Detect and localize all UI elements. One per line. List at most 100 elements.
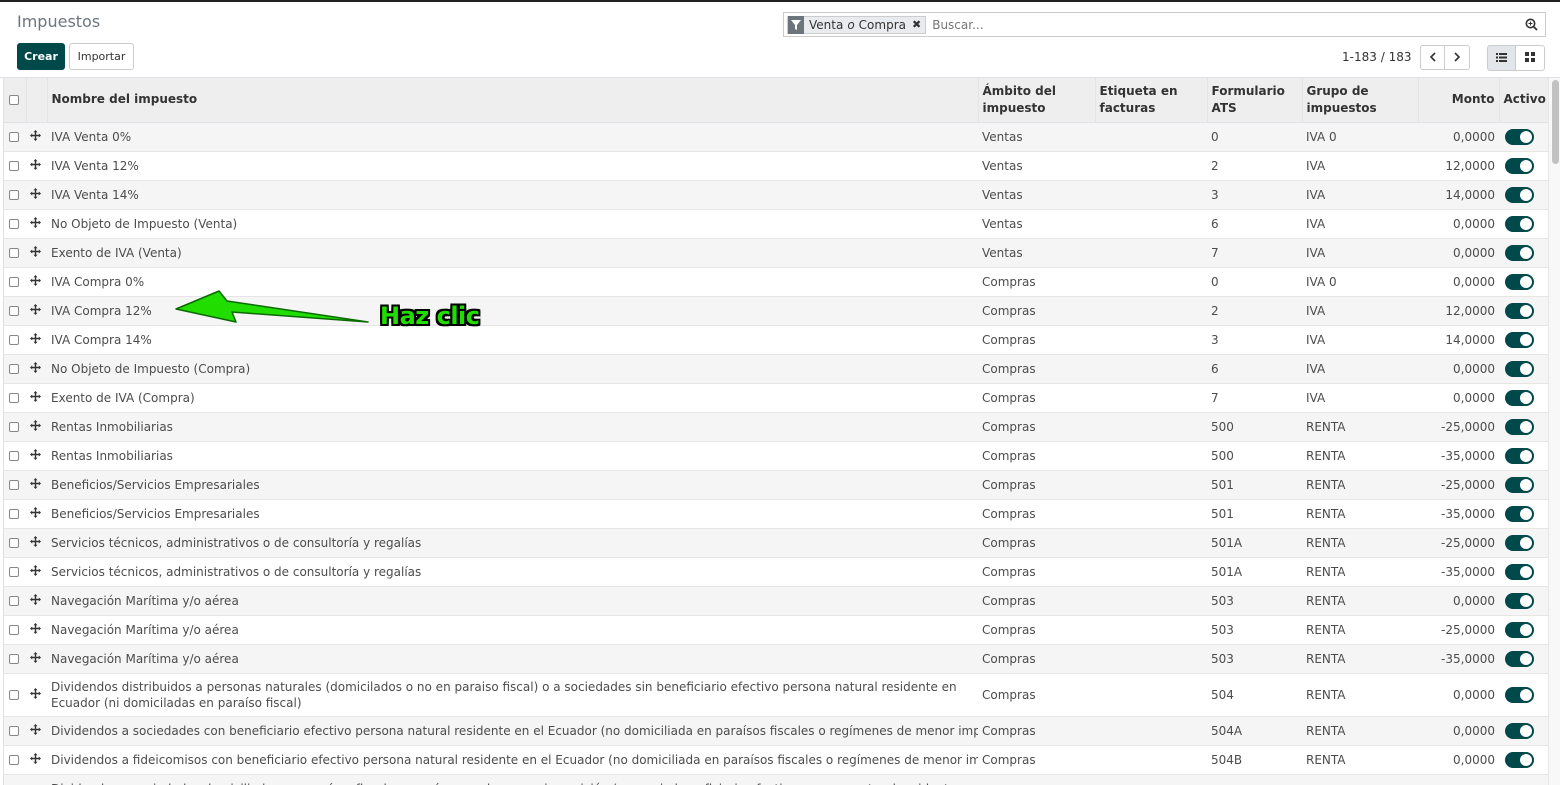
amount-cell[interactable]: 12,0000 — [1418, 151, 1499, 181]
tax-name-cell[interactable]: Rentas Inmobiliarias — [47, 441, 978, 471]
row-select-cell[interactable] — [4, 586, 26, 616]
tax-scope-cell[interactable]: Compras — [978, 673, 1095, 717]
select-all-checkbox[interactable] — [9, 94, 19, 105]
tax-scope-cell[interactable]: Compras — [978, 745, 1095, 775]
active-toggle[interactable] — [1505, 186, 1534, 203]
active-cell[interactable] — [1499, 745, 1548, 775]
drag-handle-icon[interactable] — [30, 752, 41, 767]
row-handle-cell[interactable] — [26, 383, 47, 413]
invoice-label-cell[interactable] — [1095, 470, 1207, 500]
drag-handle-icon[interactable] — [30, 535, 41, 550]
tax-scope-cell[interactable]: Compras — [978, 615, 1095, 645]
search-facet[interactable]: Venta o Compra ✖ — [787, 15, 927, 34]
drag-handle-icon[interactable] — [30, 564, 41, 579]
tax-group-cell[interactable]: RENTA — [1302, 716, 1418, 746]
row-checkbox[interactable] — [9, 364, 19, 374]
tax-scope-cell[interactable]: Compras — [978, 296, 1095, 326]
amount-cell[interactable] — [1418, 774, 1499, 785]
amount-cell[interactable]: -35,0000 — [1418, 644, 1499, 674]
table-row[interactable]: IVA Venta 14% Ventas 3 IVA 14,0000 — [4, 180, 1548, 210]
invoice-label-cell[interactable] — [1095, 296, 1207, 326]
amount-cell[interactable]: 0,0000 — [1418, 586, 1499, 616]
row-checkbox[interactable] — [9, 509, 19, 519]
row-handle-cell[interactable] — [26, 716, 47, 746]
row-select-cell[interactable] — [4, 209, 26, 239]
active-toggle[interactable] — [1505, 621, 1534, 638]
tax-name-cell[interactable]: IVA Venta 12% — [47, 151, 978, 181]
column-header-name[interactable]: Nombre del impuesto — [47, 78, 979, 123]
drag-handle-icon[interactable] — [30, 274, 41, 289]
tax-name-cell[interactable]: Beneficios/Servicios Empresariales — [47, 470, 978, 500]
tax-scope-cell[interactable]: Compras — [978, 441, 1095, 471]
row-select-cell[interactable] — [4, 716, 26, 746]
tax-group-cell[interactable]: RENTA — [1302, 615, 1418, 645]
tax-group-cell[interactable]: IVA — [1302, 354, 1418, 384]
scrollbar-thumb[interactable] — [1552, 80, 1559, 164]
drag-handle-icon[interactable] — [30, 303, 41, 318]
table-row[interactable]: Beneficios/Servicios Empresariales Compra… — [4, 499, 1548, 529]
row-select-cell[interactable] — [4, 267, 26, 297]
facet-close-icon[interactable]: ✖ — [912, 18, 921, 31]
tax-name-cell[interactable]: IVA Venta 14% — [47, 180, 978, 210]
active-cell[interactable] — [1499, 499, 1548, 529]
tax-scope-cell[interactable]: Compras — [978, 557, 1095, 587]
amount-cell[interactable]: -35,0000 — [1418, 499, 1499, 529]
invoice-label-cell[interactable] — [1095, 354, 1207, 384]
active-cell[interactable] — [1499, 354, 1548, 384]
tax-group-cell[interactable]: IVA 0 — [1302, 267, 1418, 297]
active-toggle[interactable] — [1505, 534, 1534, 551]
row-checkbox[interactable] — [9, 161, 19, 171]
active-toggle[interactable] — [1505, 128, 1534, 145]
row-checkbox[interactable] — [9, 567, 19, 577]
column-header-amount[interactable]: Monto — [1418, 78, 1500, 123]
invoice-label-cell[interactable] — [1095, 412, 1207, 442]
amount-cell[interactable]: 0,0000 — [1418, 716, 1499, 746]
active-cell[interactable] — [1499, 151, 1548, 181]
tax-name-cell[interactable]: IVA Venta 0% — [47, 122, 978, 152]
tax-scope-cell[interactable] — [978, 774, 1095, 785]
active-cell[interactable] — [1499, 644, 1548, 674]
row-handle-cell[interactable] — [26, 745, 47, 775]
drag-handle-icon[interactable] — [30, 593, 41, 608]
drag-handle-icon[interactable] — [30, 622, 41, 637]
tax-name-cell[interactable]: Dividendos a fideicomisos con beneficiar… — [47, 745, 978, 775]
row-checkbox[interactable] — [9, 755, 19, 765]
tax-scope-cell[interactable]: Compras — [978, 499, 1095, 529]
tax-name-cell[interactable]: Rentas Inmobiliarias — [47, 412, 978, 442]
active-toggle[interactable] — [1505, 476, 1534, 493]
ats-form-cell[interactable]: 2 — [1207, 296, 1302, 326]
row-checkbox[interactable] — [9, 480, 19, 490]
drag-handle-icon[interactable] — [30, 723, 41, 738]
ats-form-cell[interactable]: 504B — [1207, 745, 1302, 775]
row-checkbox[interactable] — [9, 393, 19, 403]
active-cell[interactable] — [1499, 325, 1548, 355]
row-checkbox[interactable] — [9, 132, 19, 142]
row-select-cell[interactable] — [4, 499, 26, 529]
row-select-cell[interactable] — [4, 180, 26, 210]
active-toggle[interactable] — [1505, 447, 1534, 464]
tax-scope-cell[interactable]: Compras — [978, 528, 1095, 558]
row-handle-cell[interactable] — [26, 615, 47, 645]
active-toggle[interactable] — [1505, 563, 1534, 580]
ats-form-cell[interactable] — [1207, 774, 1302, 785]
ats-form-cell[interactable]: 503 — [1207, 615, 1302, 645]
invoice-label-cell[interactable] — [1095, 238, 1207, 268]
drag-handle-icon[interactable] — [30, 448, 41, 463]
tax-name-cell[interactable]: IVA Compra 0% — [47, 267, 978, 297]
tax-group-cell[interactable] — [1302, 774, 1418, 785]
column-header-scope[interactable]: Ámbito del impuesto — [978, 78, 1096, 123]
active-cell[interactable] — [1499, 296, 1548, 326]
row-select-cell[interactable] — [4, 296, 26, 326]
table-row[interactable]: Exento de IVA (Compra) Compras 7 IVA 0,0000 — [4, 383, 1548, 413]
amount-cell[interactable]: 0,0000 — [1418, 354, 1499, 384]
tax-group-cell[interactable]: IVA — [1302, 180, 1418, 210]
ats-form-cell[interactable]: 503 — [1207, 644, 1302, 674]
pager-previous-button[interactable] — [1420, 45, 1445, 70]
amount-cell[interactable]: 0,0000 — [1418, 122, 1499, 152]
list-view-button[interactable] — [1487, 45, 1516, 71]
table-row[interactable]: Beneficios/Servicios Empresariales Compra… — [4, 470, 1548, 500]
table-row[interactable]: Dividendos a fideicomisos con beneficiar… — [4, 745, 1548, 775]
column-header-ats-form[interactable]: Formulario ATS — [1207, 78, 1303, 123]
invoice-label-cell[interactable] — [1095, 644, 1207, 674]
row-checkbox[interactable] — [9, 335, 19, 345]
